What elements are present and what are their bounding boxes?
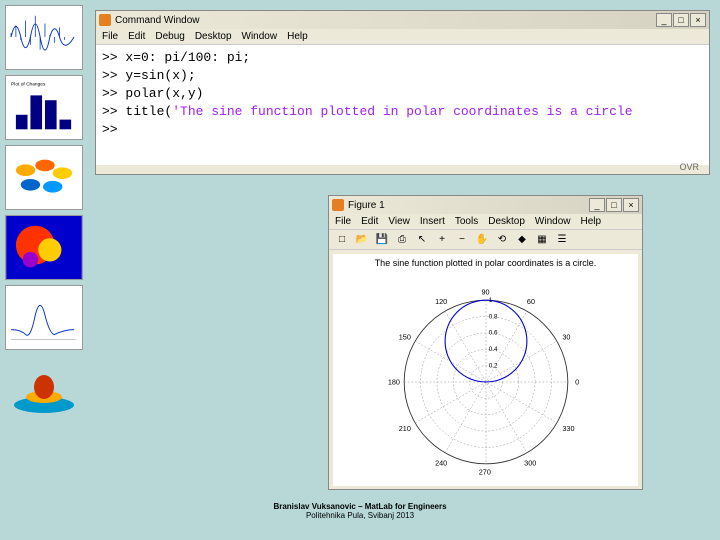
menu-file[interactable]: File [335, 216, 351, 227]
matlab-logo-icon [99, 14, 111, 26]
matlab-logo-icon [332, 199, 344, 211]
thumb-fractal [5, 215, 83, 280]
thumb-hat [5, 355, 83, 420]
menu-desktop[interactable]: Desktop [488, 216, 525, 227]
colorbar-icon[interactable]: ▦ [533, 232, 551, 248]
footer-location: Politehnika Pula, Svibanj 2013 [0, 511, 720, 520]
svg-text:330: 330 [562, 424, 574, 433]
new-figure-icon[interactable]: □ [333, 232, 351, 248]
command-titlebar: Command Window _ □ × [96, 11, 709, 29]
menu-help[interactable]: Help [581, 216, 602, 227]
svg-text:0.6: 0.6 [488, 329, 497, 336]
zoom-out-icon[interactable]: − [453, 232, 471, 248]
menu-desktop[interactable]: Desktop [195, 31, 232, 42]
figure-titlebar: Figure 1 _ □ × [329, 196, 642, 214]
code-line: >> y=sin(x); [102, 67, 703, 85]
figure-window: Figure 1 _ □ × File Edit View Insert Too… [328, 195, 643, 490]
svg-text:30: 30 [562, 332, 570, 341]
code-line: >> x=0: pi/100: pi; [102, 49, 703, 67]
zoom-in-icon[interactable]: + [433, 232, 451, 248]
window-controls: _ □ × [656, 13, 706, 27]
svg-text:0.2: 0.2 [488, 362, 497, 369]
command-window: Command Window _ □ × File Edit Debug Des… [95, 10, 710, 175]
minimize-button[interactable]: _ [656, 13, 672, 27]
svg-text:300: 300 [524, 458, 536, 467]
datatip-icon[interactable]: ◆ [513, 232, 531, 248]
code-prompt: >> [102, 121, 703, 139]
menu-window[interactable]: Window [242, 31, 278, 42]
print-icon[interactable]: ⎙ [393, 232, 411, 248]
figure-menubar: File Edit View Insert Tools Desktop Wind… [329, 214, 642, 230]
menu-file[interactable]: File [102, 31, 118, 42]
menu-window[interactable]: Window [535, 216, 571, 227]
thumb-surface [5, 145, 83, 210]
open-icon[interactable]: 📂 [353, 232, 371, 248]
close-button[interactable]: × [690, 13, 706, 27]
command-window-title: Command Window [115, 15, 199, 26]
svg-text:240: 240 [435, 458, 447, 467]
figure-window-title: Figure 1 [348, 200, 385, 211]
menu-tools[interactable]: Tools [455, 216, 478, 227]
save-icon[interactable]: 💾 [373, 232, 391, 248]
menu-edit[interactable]: Edit [361, 216, 378, 227]
menu-debug[interactable]: Debug [155, 31, 184, 42]
code-line: >> title('The sine function plotted in p… [102, 103, 703, 121]
svg-text:180: 180 [387, 377, 399, 386]
footer: Branislav Vuksanovic – MatLab for Engine… [0, 502, 720, 520]
footer-author: Branislav Vuksanovic – MatLab for Engine… [0, 502, 720, 511]
minimize-button[interactable]: _ [589, 198, 605, 212]
svg-text:0: 0 [575, 377, 579, 386]
thumb-sinc [5, 285, 83, 350]
svg-text:120: 120 [435, 296, 447, 305]
status-ovr: OVR [679, 162, 699, 172]
svg-text:1: 1 [488, 297, 492, 304]
rotate-icon[interactable]: ⟲ [493, 232, 511, 248]
menu-view[interactable]: View [388, 216, 410, 227]
command-menubar: File Edit Debug Desktop Window Help [96, 29, 709, 45]
svg-text:270: 270 [478, 467, 490, 476]
svg-text:210: 210 [398, 424, 410, 433]
menu-help[interactable]: Help [287, 31, 308, 42]
polar-plot: 0 30 60 90 120 150 180 210 240 270 300 3… [386, 282, 586, 482]
pan-icon[interactable]: ✋ [473, 232, 491, 248]
figure-toolbar: □ 📂 💾 ⎙ ↖ + − ✋ ⟲ ◆ ▦ ☰ [329, 230, 642, 250]
plot-title: The sine function plotted in polar coord… [333, 254, 638, 268]
svg-text:60: 60 [526, 296, 534, 305]
maximize-button[interactable]: □ [606, 198, 622, 212]
legend-icon[interactable]: ☰ [553, 232, 571, 248]
code-line: >> polar(x,y) [102, 85, 703, 103]
menu-edit[interactable]: Edit [128, 31, 145, 42]
maximize-button[interactable]: □ [673, 13, 689, 27]
thumbnail-sidebar: Plot of Changes [5, 5, 85, 525]
svg-text:0.8: 0.8 [488, 313, 497, 320]
thumb-signal [5, 5, 83, 70]
close-button[interactable]: × [623, 198, 639, 212]
svg-text:Plot of Changes: Plot of Changes [11, 82, 46, 88]
figure-canvas: The sine function plotted in polar coord… [333, 254, 638, 486]
svg-text:150: 150 [398, 332, 410, 341]
code-input-area[interactable]: >> x=0: pi/100: pi; >> y=sin(x); >> pola… [96, 45, 709, 165]
menu-insert[interactable]: Insert [420, 216, 445, 227]
svg-text:0.4: 0.4 [488, 346, 497, 353]
svg-text:90: 90 [481, 287, 489, 296]
window-controls: _ □ × [589, 198, 639, 212]
thumb-bar: Plot of Changes [5, 75, 83, 140]
pointer-icon[interactable]: ↖ [413, 232, 431, 248]
